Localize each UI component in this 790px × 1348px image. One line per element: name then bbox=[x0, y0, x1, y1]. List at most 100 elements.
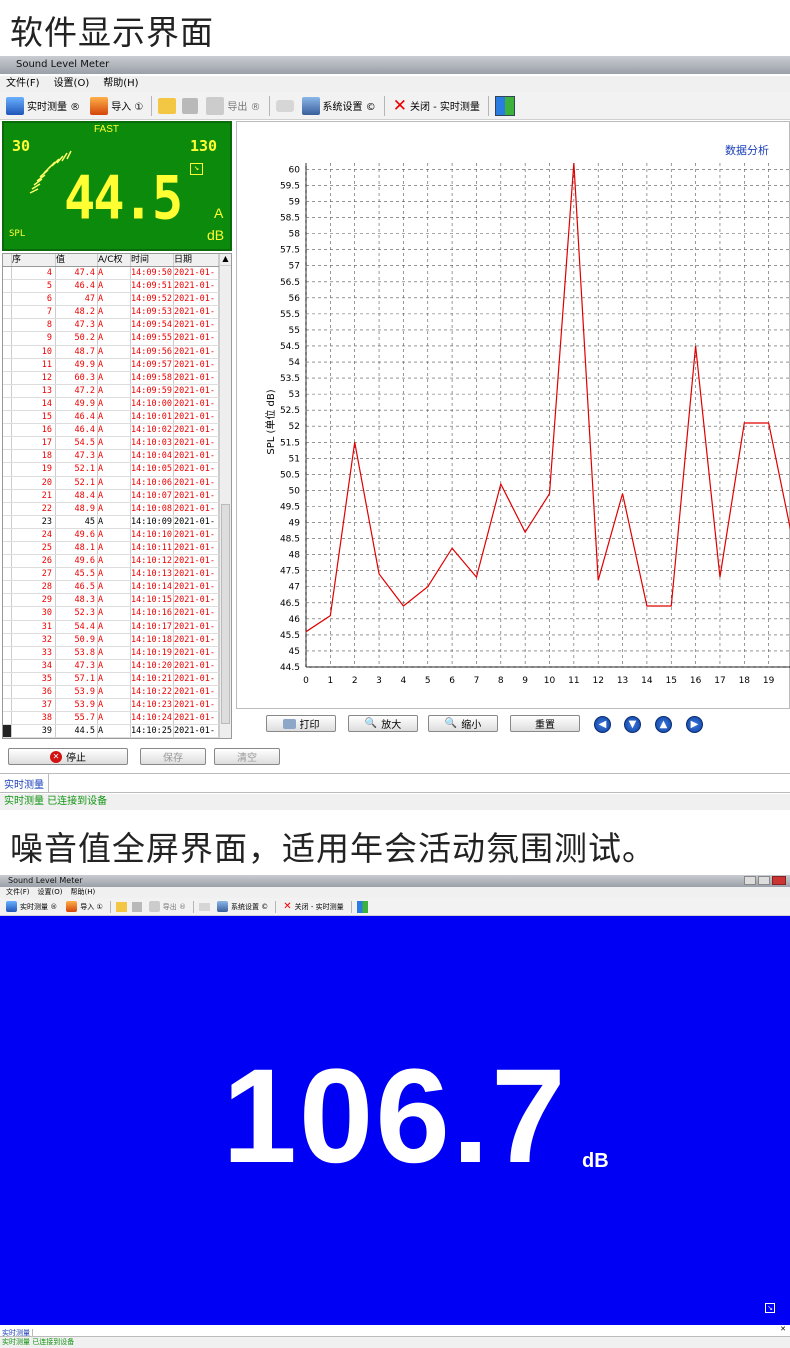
fs-settings-button[interactable]: 系统设置 © bbox=[215, 900, 270, 913]
menu-settings[interactable]: 设置(O) bbox=[54, 76, 90, 92]
export-button[interactable]: 导出 ® bbox=[204, 96, 262, 116]
table-row[interactable]: 4 47.4 A 14:09:50 2021-01- bbox=[3, 267, 231, 281]
import-button[interactable]: 导入 ① bbox=[88, 96, 145, 116]
fullscreen-icon[interactable] bbox=[356, 900, 368, 913]
maximize-icon[interactable] bbox=[758, 876, 770, 885]
table-row[interactable]: 14 49.9 A 14:10:00 2021-01- bbox=[3, 397, 231, 412]
scroll-thumb[interactable] bbox=[221, 504, 230, 724]
table-row[interactable]: 26 49.6 A 14:10:12 2021-01- bbox=[3, 555, 231, 569]
minimize-icon[interactable] bbox=[744, 876, 756, 885]
tab-realtime[interactable]: 实时测量 bbox=[0, 774, 49, 793]
save-button[interactable]: 保存 bbox=[140, 748, 206, 765]
table-row[interactable]: 35 57.1 A 14:10:21 2021-01- bbox=[3, 672, 231, 686]
table-row[interactable]: 15 46.4 A 14:10:01 2021-01- bbox=[3, 411, 231, 425]
table-row[interactable]: 8 47.3 A 14:09:54 2021-01- bbox=[3, 319, 231, 333]
save-disk-icon[interactable] bbox=[182, 97, 199, 114]
clear-button[interactable]: 清空 bbox=[214, 748, 280, 765]
folder-icon[interactable] bbox=[115, 901, 127, 912]
zoom-out-label: 缩小 bbox=[461, 720, 482, 731]
table-row[interactable]: 9 50.2 A 14:09:55 2021-01- bbox=[3, 332, 231, 346]
table-row[interactable]: 13 47.2 A 14:09:59 2021-01- bbox=[3, 384, 231, 398]
scroll-up-icon[interactable]: ▲ bbox=[220, 254, 231, 266]
settings-button[interactable]: 系统设置 © bbox=[300, 96, 378, 116]
row-indicator bbox=[3, 672, 12, 685]
table-row[interactable]: 32 50.9 A 14:10:18 2021-01- bbox=[3, 633, 231, 647]
zoom-out-button[interactable]: 🔍 缩小 bbox=[428, 715, 498, 732]
window-close-icon[interactable] bbox=[772, 876, 786, 885]
reset-button[interactable]: 重置 bbox=[510, 715, 580, 732]
table-row[interactable]: 11 49.9 A 14:09:57 2021-01- bbox=[3, 358, 231, 372]
table-row[interactable]: 22 48.9 A 14:10:08 2021-01- bbox=[3, 502, 231, 516]
folder-icon[interactable] bbox=[158, 97, 177, 114]
menu-file[interactable]: 文件(F) bbox=[6, 76, 40, 92]
table-cell: 2021-01- bbox=[174, 371, 219, 384]
table-row[interactable]: 23 45 A 14:10:09 2021-01- bbox=[3, 515, 231, 529]
table-row[interactable]: 16 46.4 A 14:10:02 2021-01- bbox=[3, 424, 231, 438]
table-row[interactable]: 27 45.5 A 14:10:13 2021-01- bbox=[3, 568, 231, 582]
table-row[interactable]: 24 49.6 A 14:10:10 2021-01- bbox=[3, 528, 231, 542]
table-row[interactable]: 12 60.3 A 14:09:58 2021-01- bbox=[3, 371, 231, 385]
fs-menu-file[interactable]: 文件(F) bbox=[6, 887, 30, 898]
scroll-left-icon[interactable]: ◀ bbox=[594, 716, 611, 733]
table-row[interactable]: 39 44.5 A 14:10:25 2021-01- bbox=[3, 725, 231, 738]
y-tick-label: 44.5 bbox=[280, 663, 300, 673]
table-row[interactable]: 31 54.4 A 14:10:17 2021-01- bbox=[3, 620, 231, 634]
fs-tab-close-icon[interactable]: ✕ bbox=[780, 1325, 786, 1333]
fs-tab-realtime[interactable]: 实时测量 bbox=[0, 1329, 33, 1337]
table-row[interactable]: 37 53.9 A 14:10:23 2021-01- bbox=[3, 699, 231, 713]
table-row[interactable]: 36 53.9 A 14:10:22 2021-01- bbox=[3, 686, 231, 700]
eraser-icon[interactable] bbox=[198, 902, 210, 911]
table-row[interactable]: 38 55.7 A 14:10:24 2021-01- bbox=[3, 712, 231, 726]
eraser-icon[interactable] bbox=[275, 99, 294, 112]
save-disk-icon[interactable] bbox=[131, 901, 142, 912]
scroll-down-icon[interactable]: ▼ bbox=[624, 716, 641, 733]
table-cell: 49.6 bbox=[56, 528, 98, 541]
table-cell: 31 bbox=[12, 620, 56, 633]
fs-export-button[interactable]: 导出 ® bbox=[147, 900, 188, 913]
fullscreen-toolbar: 实时测量 ® 导入 ① 导出 ® 系统设置 © ✕ 关闭 - 实时测量 bbox=[0, 898, 790, 916]
table-row[interactable]: 29 48.3 A 14:10:15 2021-01- bbox=[3, 594, 231, 608]
col-header-value[interactable]: 值 bbox=[56, 254, 98, 266]
table-row[interactable]: 10 48.7 A 14:09:56 2021-01- bbox=[3, 345, 231, 359]
fs-menu-settings[interactable]: 设置(O) bbox=[38, 887, 63, 898]
table-row[interactable]: 25 48.1 A 14:10:11 2021-01- bbox=[3, 541, 231, 556]
table-cell: 2021-01- bbox=[174, 397, 219, 411]
scroll-right-icon[interactable]: ▶ bbox=[686, 716, 703, 733]
table-row[interactable]: 6 47 A 14:09:52 2021-01- bbox=[3, 293, 231, 307]
stop-button[interactable]: ✕ 停止 bbox=[8, 748, 128, 765]
table-row[interactable]: 20 52.1 A 14:10:06 2021-01- bbox=[3, 476, 231, 490]
col-header-index[interactable]: 序 bbox=[12, 254, 56, 266]
table-row[interactable]: 19 52.1 A 14:10:05 2021-01- bbox=[3, 463, 231, 477]
zoom-in-button[interactable]: 🔍 放大 bbox=[348, 715, 418, 732]
x-tick-label: 19 bbox=[763, 676, 775, 686]
table-row[interactable]: 21 48.4 A 14:10:07 2021-01- bbox=[3, 489, 231, 503]
table-row[interactable]: 34 47.3 A 14:10:20 2021-01- bbox=[3, 659, 231, 673]
col-header-date[interactable]: 日期 bbox=[174, 254, 219, 266]
restore-icon[interactable]: ↘ bbox=[765, 1303, 775, 1313]
x-tick-label: 8 bbox=[498, 676, 504, 686]
close-icon: ✕ bbox=[392, 95, 407, 116]
table-row[interactable]: 18 47.3 A 14:10:04 2021-01- bbox=[3, 450, 231, 464]
fs-close-button[interactable]: ✕ 关闭 - 实时测量 bbox=[281, 900, 345, 913]
table-row[interactable]: 5 46.4 A 14:09:51 2021-01- bbox=[3, 280, 231, 294]
col-header-time[interactable]: 时间 bbox=[131, 254, 174, 266]
close-button[interactable]: ✕ 关闭 - 实时测量 bbox=[391, 95, 482, 117]
col-header-weight[interactable]: A/C权 bbox=[98, 254, 131, 266]
fs-menu-help[interactable]: 帮助(H) bbox=[70, 887, 95, 898]
realtime-button[interactable]: 实时测量 ® bbox=[4, 96, 82, 116]
menu-help[interactable]: 帮助(H) bbox=[103, 76, 138, 92]
table-row[interactable]: 7 48.2 A 14:09:53 2021-01- bbox=[3, 306, 231, 320]
table-row[interactable]: 30 52.3 A 14:10:16 2021-01- bbox=[3, 607, 231, 621]
table-row[interactable]: 17 54.5 A 14:10:03 2021-01- bbox=[3, 437, 231, 451]
scroll-up-icon[interactable]: ▲ bbox=[655, 716, 672, 733]
fs-import-button[interactable]: 导入 ① bbox=[64, 900, 105, 913]
table-row[interactable]: 33 53.8 A 14:10:19 2021-01- bbox=[3, 646, 231, 660]
table-scrollbar[interactable]: ▲ bbox=[219, 254, 231, 738]
print-button[interactable]: 打印 bbox=[266, 715, 336, 732]
table-row[interactable]: 28 46.5 A 14:10:14 2021-01- bbox=[3, 581, 231, 595]
table-cell: 14:09:53 bbox=[131, 306, 174, 319]
table-cell: 46.4 bbox=[56, 411, 98, 424]
fullscreen-icon[interactable] bbox=[494, 95, 515, 116]
fs-realtime-button[interactable]: 实时测量 ® bbox=[4, 900, 59, 913]
table-cell: 14:10:24 bbox=[131, 712, 174, 725]
